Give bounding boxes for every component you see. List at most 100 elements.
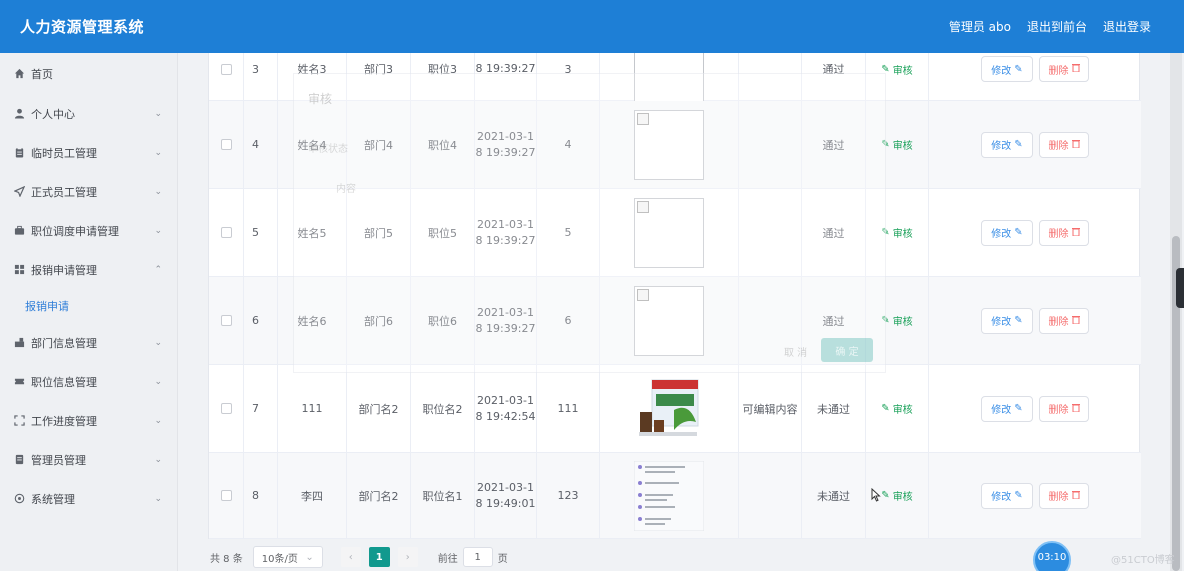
sidebar-item-dept-info[interactable]: 部门信息管理 ⌄ xyxy=(0,323,178,362)
row-checkbox[interactable] xyxy=(220,63,232,75)
sidebar-item-system[interactable]: 系统管理 ⌄ xyxy=(0,479,178,518)
delete-button[interactable]: 删除 xyxy=(1039,307,1089,334)
clipboard-icon xyxy=(13,147,25,159)
document-image[interactable] xyxy=(633,460,705,531)
send-icon xyxy=(13,186,25,198)
sidebar-item-home[interactable]: 首页 xyxy=(0,54,178,93)
delete-label: 删除 xyxy=(1048,405,1069,416)
edit-button[interactable]: 修改 ✎ xyxy=(981,395,1033,422)
audit-label: 审核 xyxy=(892,65,913,77)
actions-cell: 修改 ✎ 删除 xyxy=(929,277,1141,364)
sidebar-item-admin-manage[interactable]: 管理员管理 ⌄ xyxy=(0,440,178,479)
edit-pen-icon: ✎ xyxy=(1014,227,1023,238)
edit-label: 修改 xyxy=(991,229,1012,240)
submenu-item-reimburse-apply[interactable]: 报销申请 xyxy=(0,289,178,322)
sidebar-item-label: 管理员管理 xyxy=(31,453,86,467)
sidebar-item-temp-staff[interactable]: 临时员工管理 ⌄ xyxy=(0,133,178,172)
goto-page-input[interactable]: 1 xyxy=(462,547,493,567)
audit-button[interactable]: ✎ 审核 xyxy=(881,62,912,77)
side-panel-handle[interactable] xyxy=(1176,268,1184,308)
delete-button[interactable]: 删除 xyxy=(1039,219,1089,246)
sidebar-item-transfer-apply[interactable]: 职位调度申请管理 ⌄ xyxy=(0,211,178,250)
edit-button[interactable]: 修改 ✎ xyxy=(981,131,1033,158)
delete-button[interactable]: 删除 xyxy=(1039,56,1089,82)
edit-label: 修改 xyxy=(991,405,1012,416)
vertical-scrollbar[interactable] xyxy=(1170,53,1182,571)
name-value: 李四 xyxy=(301,489,323,503)
logout-link[interactable]: 退出登录 xyxy=(1103,18,1151,35)
chevron-down-icon: ⌄ xyxy=(154,147,162,158)
sidebar-item-progress[interactable]: 工作进度管理 ⌄ xyxy=(0,401,178,440)
sidebar-item-label: 首页 xyxy=(31,67,53,81)
row-checkbox[interactable] xyxy=(220,315,232,326)
dept-cell: 部门名2 xyxy=(347,453,411,538)
chevron-down-icon: ⌄ xyxy=(154,337,162,348)
sidebar-item-label: 职位调度申请管理 xyxy=(31,224,119,238)
chevron-down-icon: ⌄ xyxy=(305,551,314,563)
edit-button[interactable]: 修改 ✎ xyxy=(981,482,1033,509)
delete-button[interactable]: 删除 xyxy=(1039,395,1089,422)
position-cell: 职位名2 xyxy=(411,365,475,452)
index-value: 4 xyxy=(252,138,259,151)
status-cell: 未通过 xyxy=(802,365,866,452)
delete-button[interactable]: 删除 xyxy=(1039,131,1089,158)
dept-value: 部门名2 xyxy=(358,402,399,416)
index-value: 3 xyxy=(252,62,259,76)
row-checkbox[interactable] xyxy=(220,490,232,501)
page-number-current[interactable]: 1 xyxy=(368,547,390,567)
dialog-confirm-button[interactable]: 确 定 xyxy=(821,338,873,362)
chevron-down-icon: ⌄ xyxy=(154,186,162,197)
page-size-select[interactable]: 10条/页 ⌄ xyxy=(252,546,323,568)
remark-cell xyxy=(739,453,802,538)
briefcase-icon xyxy=(13,225,25,237)
audit-button[interactable]: ✎ 审核 xyxy=(881,488,912,503)
time-cell: 2021-03-1 8 19:49:01 xyxy=(475,453,537,538)
product-image[interactable] xyxy=(634,373,704,444)
edit-button[interactable]: 修改 ✎ xyxy=(981,219,1033,246)
chevron-down-icon: ⌄ xyxy=(154,493,162,504)
watermark: @51CTO博客 xyxy=(1111,555,1175,566)
edit-button[interactable]: 修改 ✎ xyxy=(981,307,1033,334)
audit-button[interactable]: ✎ 审核 xyxy=(881,137,912,152)
audit-button[interactable]: ✎ 审核 xyxy=(881,313,912,328)
time-date: 2021-03-1 xyxy=(477,480,534,494)
edit-pen-icon: ✎ xyxy=(1014,315,1023,326)
sidebar-item-label: 工作进度管理 xyxy=(31,414,97,428)
sidebar-item-personal-center[interactable]: 个人中心 ⌄ xyxy=(0,94,178,133)
table-row: 7 111 部门名2 职位名2 2021-03-1 8 19:42:54 111 可编辑内容 未… xyxy=(209,365,1141,453)
time-date: 2021-03-1 xyxy=(477,393,534,407)
status-cell: 未通过 xyxy=(802,453,866,538)
index-cell: 4 xyxy=(244,101,278,188)
next-page-button[interactable]: › xyxy=(397,547,418,567)
row-checkbox[interactable] xyxy=(220,139,232,150)
delete-label: 删除 xyxy=(1048,492,1069,503)
dialog-cancel-button[interactable]: 取 消 xyxy=(784,344,807,359)
sidebar-item-position-info[interactable]: 职位信息管理 ⌄ xyxy=(0,362,178,401)
sidebar-item-regular-staff[interactable]: 正式员工管理 ⌄ xyxy=(0,172,178,211)
audit-button[interactable]: ✎ 审核 xyxy=(881,225,912,240)
sidebar-item-label: 正式员工管理 xyxy=(31,185,97,199)
name-value: 111 xyxy=(301,402,323,415)
sidebar-item-reimburse-manage[interactable]: 报销申请管理 ⌃ xyxy=(0,250,178,289)
row-checkbox[interactable] xyxy=(220,227,232,238)
back-to-frontend-link[interactable]: 退出到前台 xyxy=(1027,18,1087,35)
remark-value: 可编辑内容 xyxy=(742,402,798,416)
page-size-value: 10条/页 xyxy=(261,553,298,565)
actions-cell: 修改 ✎ 删除 xyxy=(929,365,1141,452)
status-value: 未通过 xyxy=(817,402,850,416)
time-clock: 8 19:49:01 xyxy=(475,496,536,510)
admin-user-label[interactable]: 管理员 abo xyxy=(949,18,1011,35)
dept-value: 部门名2 xyxy=(358,489,399,503)
chevron-down-icon: ⌄ xyxy=(154,415,162,426)
edit-label: 修改 xyxy=(991,141,1012,152)
edit-button[interactable]: 修改 ✎ xyxy=(981,56,1033,82)
audit-button[interactable]: ✎ 审核 xyxy=(881,401,912,416)
prev-page-button[interactable]: ‹ xyxy=(340,547,361,567)
trash-icon xyxy=(1071,227,1080,239)
name-cell: 111 xyxy=(278,365,347,452)
row-checkbox[interactable] xyxy=(220,403,232,414)
ticket-icon xyxy=(13,376,25,388)
chevron-down-icon: ⌄ xyxy=(154,376,162,387)
select-cell xyxy=(209,101,244,188)
delete-button[interactable]: 删除 xyxy=(1039,482,1089,509)
